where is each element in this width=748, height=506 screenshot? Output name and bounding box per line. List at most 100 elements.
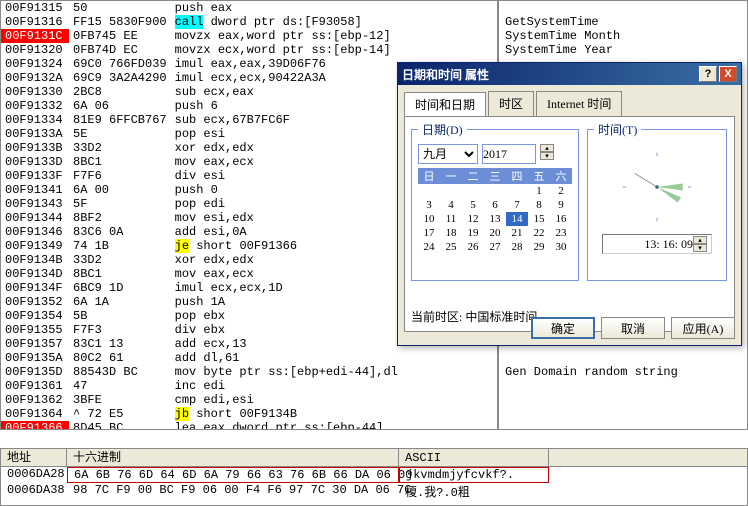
calendar-day[interactable]: 23 [550, 226, 572, 240]
calendar-day[interactable]: 4 [440, 198, 462, 212]
addr-cell[interactable]: 00F91366 [1, 421, 69, 430]
dialog-titlebar[interactable]: 日期和时间 属性 ? X [398, 63, 741, 85]
addr-cell[interactable]: 00F91346 [1, 225, 69, 239]
addr-cell[interactable]: 00F91361 [1, 379, 69, 393]
inst-cell[interactable]: movzx ecx,word ptr ss:[ebp-14] [171, 43, 497, 57]
hex-cell[interactable]: 6A 1A [69, 295, 171, 309]
comment-cell[interactable]: GetSystemTime [499, 15, 747, 29]
addr-cell[interactable]: 00F91324 [1, 57, 69, 71]
addr-cell[interactable]: 00F91334 [1, 113, 69, 127]
tab-internet-time[interactable]: Internet 时间 [536, 91, 622, 116]
hex-cell[interactable]: 2BC8 [69, 85, 171, 99]
hex-cell[interactable]: 6A 06 [69, 99, 171, 113]
calendar-day[interactable]: 3 [418, 198, 440, 212]
dump-hex[interactable]: 98 7C F9 00 BC F9 06 00 F4 F6 97 7C 30 D… [67, 483, 399, 500]
calendar-day[interactable]: 26 [462, 240, 484, 254]
calendar-day[interactable]: 6 [484, 198, 506, 212]
calendar-day[interactable]: 8 [528, 198, 550, 212]
calendar-day[interactable]: 9 [550, 198, 572, 212]
tab-timezone[interactable]: 时区 [488, 91, 534, 116]
hex-cell[interactable]: 3BFE [69, 393, 171, 407]
calendar-day[interactable]: 24 [418, 240, 440, 254]
inst-cell[interactable]: call dword ptr ds:[F93058] [171, 15, 497, 29]
hex-cell[interactable]: 50 [69, 1, 171, 15]
addr-cell[interactable]: 00F91354 [1, 309, 69, 323]
hex-cell[interactable]: 0FB74D EC [69, 43, 171, 57]
hex-cell[interactable]: 33D2 [69, 141, 171, 155]
year-up[interactable]: ▴ [540, 144, 554, 152]
calendar-day[interactable]: 14 [506, 212, 528, 226]
inst-cell[interactable]: jb short 00F9134B [171, 407, 497, 421]
inst-cell[interactable]: lea eax dword ptr ss:[ebp-44] [171, 421, 497, 430]
month-select[interactable]: 九月 [418, 144, 478, 164]
addr-cell[interactable]: 00F91315 [1, 1, 69, 15]
calendar-day[interactable]: 12 [462, 212, 484, 226]
hex-cell[interactable]: 83C1 13 [69, 337, 171, 351]
comment-cell[interactable] [499, 421, 747, 435]
addr-cell[interactable]: 00F91320 [1, 43, 69, 57]
calendar-day[interactable]: 11 [440, 212, 462, 226]
inst-cell[interactable]: push eax [171, 1, 497, 15]
hex-cell[interactable]: 6A 00 [69, 183, 171, 197]
comment-cell[interactable] [499, 393, 747, 407]
ok-button[interactable]: 确定 [531, 317, 595, 339]
addr-cell[interactable]: 00F9132A [1, 71, 69, 85]
calendar-day[interactable]: 21 [506, 226, 528, 240]
addr-cell[interactable]: 00F91332 [1, 99, 69, 113]
addr-cell[interactable]: 00F91316 [1, 15, 69, 29]
calendar-day[interactable]: 18 [440, 226, 462, 240]
hex-cell[interactable]: F7F3 [69, 323, 171, 337]
hex-cell[interactable]: 8BC1 [69, 155, 171, 169]
calendar-day[interactable]: 13 [484, 212, 506, 226]
hex-cell[interactable]: 5F [69, 197, 171, 211]
addr-cell[interactable]: 00F9131C [1, 29, 69, 43]
hex-cell[interactable]: 33D2 [69, 253, 171, 267]
hex-cell[interactable]: 69C0 766FD039 [69, 57, 171, 71]
inst-cell[interactable]: add dl,61 [171, 351, 497, 365]
comment-cell[interactable]: SystemTime Month [499, 29, 747, 43]
hex-cell[interactable]: ^ 72 E5 [69, 407, 171, 421]
hex-cell[interactable]: 0FB745 EE [69, 29, 171, 43]
addr-cell[interactable]: 00F91362 [1, 393, 69, 407]
time-input[interactable]: 13: 16: 09 ▴▾ [602, 234, 712, 254]
addr-cell[interactable]: 00F91349 [1, 239, 69, 253]
dump-hex[interactable]: 6A 6B 76 6D 64 6D 6A 79 66 63 76 6B 66 D… [67, 467, 399, 483]
year-input[interactable] [482, 144, 536, 164]
comment-cell[interactable] [499, 351, 747, 365]
addr-cell[interactable]: 00F91343 [1, 197, 69, 211]
hex-cell[interactable]: 69C9 3A2A4290 [69, 71, 171, 85]
addr-cell[interactable]: 00F9133D [1, 155, 69, 169]
addr-cell[interactable]: 00F9134F [1, 281, 69, 295]
hex-cell[interactable]: 80C2 61 [69, 351, 171, 365]
hex-cell[interactable]: 47 [69, 379, 171, 393]
addr-cell[interactable]: 00F9135D [1, 365, 69, 379]
calendar-day[interactable]: 17 [418, 226, 440, 240]
comment-cell[interactable]: Gen Domain random string [499, 365, 747, 379]
hex-dump-panel[interactable]: 地址 十六进制 ASCII 0006DA28 6A 6B 76 6D 64 6D… [0, 448, 748, 506]
calendar-day[interactable]: 10 [418, 212, 440, 226]
hex-cell[interactable]: 81E9 6FFCB767 [69, 113, 171, 127]
calendar-day[interactable]: 20 [484, 226, 506, 240]
calendar-day[interactable]: 30 [550, 240, 572, 254]
addr-cell[interactable]: 00F91364 [1, 407, 69, 421]
inst-cell[interactable]: cmp edi,esi [171, 393, 497, 407]
addr-cell[interactable]: 00F91355 [1, 323, 69, 337]
calendar-day[interactable]: 7 [506, 198, 528, 212]
tab-datetime[interactable]: 时间和日期 [404, 92, 486, 117]
comment-cell[interactable] [499, 379, 747, 393]
help-button[interactable]: ? [699, 66, 717, 82]
year-down[interactable]: ▾ [540, 152, 554, 160]
hex-cell[interactable]: F7F6 [69, 169, 171, 183]
hex-cell[interactable]: 5B [69, 309, 171, 323]
addr-cell[interactable]: 00F91344 [1, 211, 69, 225]
hex-cell[interactable]: 8BC1 [69, 267, 171, 281]
inst-cell[interactable]: inc edi [171, 379, 497, 393]
hex-cell[interactable]: 88543D BC [69, 365, 171, 379]
calendar-day[interactable]: 25 [440, 240, 462, 254]
addr-cell[interactable]: 00F91352 [1, 295, 69, 309]
inst-cell[interactable]: mov byte ptr ss:[ebp+edi-44],dl [171, 365, 497, 379]
addr-cell[interactable]: 00F9133A [1, 127, 69, 141]
hex-cell[interactable]: FF15 5830F900 [69, 15, 171, 29]
calendar-day[interactable]: 29 [528, 240, 550, 254]
hex-cell[interactable]: 6BC9 1D [69, 281, 171, 295]
